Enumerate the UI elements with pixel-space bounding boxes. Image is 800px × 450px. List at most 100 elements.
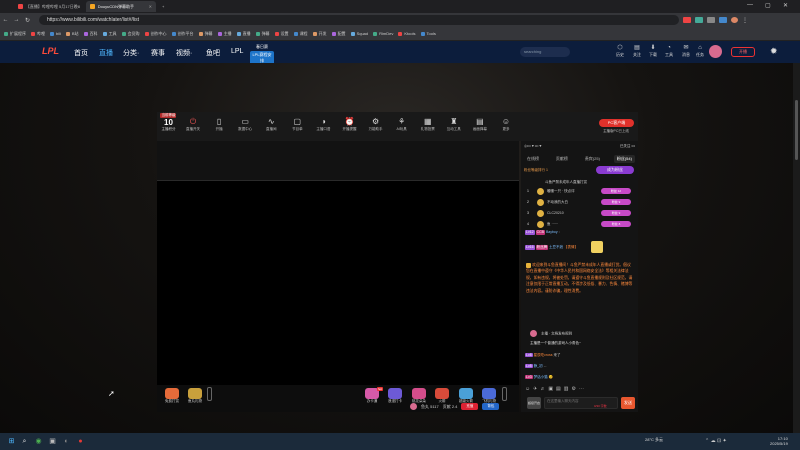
tab-contribution-rank[interactable]: 贡献榜 [553,155,571,163]
send-button[interactable]: 发送 [621,397,635,409]
bookmark-item[interactable]: 弹幕 [255,31,270,37]
maximize-button[interactable]: ▢ [765,2,771,9]
studio-tool-9[interactable]: ▦ 礼物投票 [415,112,441,141]
gift-item[interactable]: 办卡通 hot [363,387,383,404]
become-fan-button[interactable]: 成为粉丝 [596,166,634,174]
user-avatar[interactable] [709,45,722,58]
gift-scroll-left[interactable] [207,387,212,401]
scrollbar-thumb[interactable] [795,100,798,160]
theme-toggle-icon[interactable]: ✹ [770,46,778,57]
fan-rank-row[interactable]: 3 CLC20210 粉丝 9 [527,209,635,218]
header-icon-5[interactable]: ⌂ 任务 [694,45,706,58]
bookmark-item[interactable]: Squad [350,31,368,36]
taskbar-app-icon[interactable]: ▣ [47,436,58,447]
gift-item[interactable]: 火箭 [433,388,451,404]
header-icon-0[interactable]: ⬡ 历史 [614,45,626,58]
fan-rank-row[interactable]: 2 不动我的大白 粉丝 9 [527,198,635,207]
studio-tool-11[interactable]: ▤ 画面弹幕 [467,112,493,141]
taskbar-app-icon[interactable]: ⌕ [19,436,30,447]
recharge-button[interactable]: 充值 [461,403,479,410]
gift-item[interactable]: 桃花朵朵 [410,388,428,404]
nav-video[interactable]: 视频· [176,48,192,58]
new-tab-button[interactable]: + [158,1,168,12]
header-icon-1[interactable]: ▤ 关注 [631,45,643,58]
tab-fans[interactable]: 粉丝(54) [613,155,635,163]
bookmark-item[interactable]: 创作平台 [171,31,194,37]
bookmark-item[interactable]: 哔哩 [31,31,45,37]
bookmark-item[interactable]: 配置 [331,31,346,37]
extension-icon[interactable] [707,17,715,23]
bookmark-item[interactable]: 开发 [312,31,327,37]
close-window-button[interactable]: ✕ [783,2,788,9]
gift-item[interactable]: 鱼丸礼物 [186,388,204,404]
site-logo[interactable]: LPL [42,46,68,58]
studio-tool-1[interactable]: ▯ 开播 [206,112,232,141]
nav-home[interactable]: 首页 [74,48,88,58]
nav-events[interactable]: 赛事 [151,48,165,58]
pc-client-button[interactable]: PC客户端 [599,119,634,127]
bookmark-item[interactable]: 课程 [293,31,308,37]
chat-tool-icon[interactable]: ▥ [564,386,569,392]
studio-tool-10[interactable]: ♜ 互动工具 [441,112,467,141]
bookmark-item[interactable]: 设置 [274,31,289,37]
start-live-button[interactable]: 开播 [731,47,755,57]
profile-icon[interactable] [731,17,738,23]
extension-icon[interactable] [719,17,727,23]
chat-tool-icon[interactable]: ✈ [533,386,537,392]
studio-tool-6[interactable]: ⏰ 开播提醒 [336,112,362,141]
backpack-button[interactable]: 背包 [482,403,500,410]
browser-tab[interactable]: 【直播】哔哩哔哩 5月17日晚8点… [14,1,84,12]
extension-icon[interactable] [695,17,703,23]
studio-tool-12[interactable]: ☺ 更多 [493,112,519,141]
chat-tool-icon[interactable]: ▤ [556,386,561,392]
schedule-promo[interactable]: 春日赛 LPL赛程安排 [250,44,274,65]
chat-tool-icon[interactable]: ▣ [548,386,553,392]
gift-item[interactable]: 超级火箭 [457,388,475,404]
chat-identity-button[interactable]: 超级开启 [527,397,541,409]
studio-tool-2[interactable]: ▭ 数据中心 [232,112,258,141]
anchor-avatar[interactable] [530,330,537,337]
gift-scroll-right[interactable] [502,387,507,401]
nav-fishbar[interactable]: 鱼吧 [206,48,220,58]
gift-item[interactable]: 免费打赏 [163,388,181,404]
bookmark-item[interactable]: 扩展程序 [4,31,26,37]
gift-item[interactable]: 飞机礼物 [480,388,498,404]
taskbar-app-icon[interactable]: ● [75,436,86,447]
tab-vip[interactable]: 贵宾(25) [582,155,603,163]
bookmark-item[interactable]: 弹幕 [198,31,213,37]
nav-lpl[interactable]: LPL [231,48,243,55]
system-tray[interactable]: ⌃ ☁ ⊡ ✦ [705,438,727,444]
chat-tool-icon[interactable]: ☺ [525,386,530,392]
nav-live[interactable]: 直播 [99,48,113,58]
studio-tool-8[interactable]: ⚘ AI玩具 [389,112,415,141]
chat-tool-icon[interactable]: ⋯ [579,386,584,392]
extension-icon[interactable] [683,17,691,23]
bookmark-item[interactable]: 直播 [236,31,251,37]
studio-tool-7[interactable]: ⚙ 万能助手 [363,112,389,141]
menu-icon[interactable]: ⋮ [742,17,750,24]
studio-tool-5[interactable]: ◑ 主播口语 [310,112,336,141]
follow-status[interactable]: 已关注 ••• [620,144,635,149]
search-input[interactable]: searching [520,47,570,57]
bookmark-item[interactable]: 工具 [102,31,117,37]
fan-rank-row[interactable]: 1 暖暖一只 · 快点评 粉丝 12 [527,187,635,196]
studio-tool-3[interactable]: ∿ 直播间 [258,112,284,141]
tab-online-rank[interactable]: 在线榜 [524,155,542,163]
weather-widget[interactable]: 28°C 多云 [645,437,663,443]
gift-item[interactable]: 浪漫打卡 [386,388,404,404]
bookmark-item[interactable]: Ktools [398,31,416,36]
taskbar-clock[interactable]: 17:10 2025/5/19 [770,436,788,446]
fan-rank-row[interactable]: 4鱼 ······ 粉丝 8 [527,220,635,229]
header-icon-2[interactable]: ⬇ 下载 [647,45,659,58]
taskbar-app-icon[interactable]: ⊞ [6,436,17,447]
chat-username[interactable]: 土豆不浪 [549,245,563,249]
header-icon-3[interactable]: ◔ 工具 [663,45,675,58]
url-field[interactable]: https://www.bilibili.com/watchlater/list… [39,15,679,25]
back-icon[interactable]: ← [0,17,11,23]
nav-category[interactable]: 分类· [123,48,139,58]
close-tab-icon[interactable]: ✕ [149,4,152,9]
bookmark-item[interactable]: 创作中心 [144,31,167,37]
bookmark-item[interactable]: RimDev [373,31,393,36]
studio-tool-4[interactable]: ▢ 节目单 [284,112,310,141]
taskbar-app-icon[interactable]: ◐ [61,436,72,447]
